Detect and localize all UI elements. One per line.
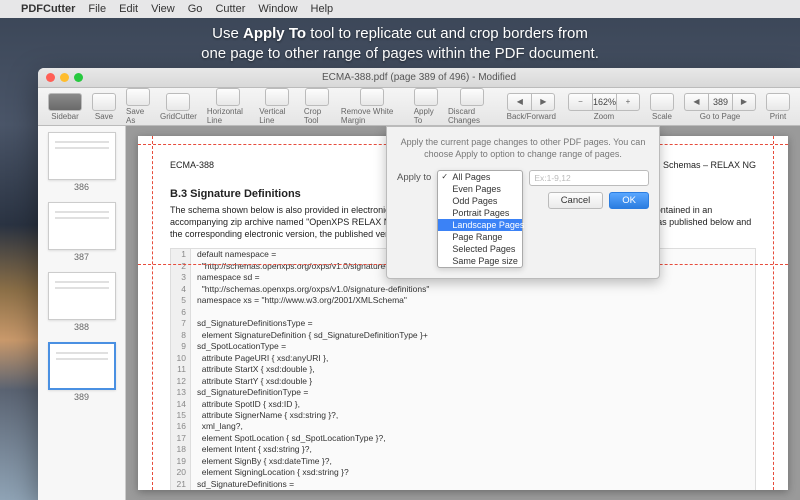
- crop-guide-vertical[interactable]: [773, 136, 774, 490]
- app-window: ECMA-388.pdf (page 389 of 496) - Modifie…: [38, 68, 800, 500]
- promo-caption: Use Apply To tool to replicate cut and c…: [0, 24, 800, 65]
- thumbnail-label: 389: [48, 392, 116, 402]
- save-as-button[interactable]: [126, 88, 150, 106]
- thumbnail-sidebar: 386 387 388 389: [38, 126, 126, 500]
- forward-button[interactable]: ▶: [531, 93, 555, 111]
- cancel-button[interactable]: Cancel: [548, 192, 604, 209]
- ok-button[interactable]: OK: [609, 192, 649, 209]
- menu-app[interactable]: PDFCutter: [21, 3, 75, 15]
- apply-to-dropdown[interactable]: All PagesEven PagesOdd PagesPortrait Pag…: [437, 170, 523, 268]
- page-next-button[interactable]: ▶: [732, 93, 756, 111]
- zoom-in-button[interactable]: +: [616, 93, 640, 111]
- apply-to-button[interactable]: [414, 88, 438, 106]
- dropdown-option[interactable]: Page Range: [438, 231, 522, 243]
- menu-window[interactable]: Window: [258, 3, 297, 15]
- toolbar-label: Print: [770, 112, 786, 121]
- zoom-value-field[interactable]: 162%: [592, 93, 616, 111]
- page-thumbnail[interactable]: 388: [48, 272, 116, 332]
- page-thumbnail[interactable]: 386: [48, 132, 116, 192]
- zoom-out-button[interactable]: −: [568, 93, 592, 111]
- menu-go[interactable]: Go: [188, 3, 203, 15]
- toolbar-label: Zoom: [594, 112, 614, 121]
- page-thumbnail-selected[interactable]: 389: [48, 342, 116, 402]
- grid-cutter-button[interactable]: [166, 93, 190, 111]
- page-thumbnail[interactable]: 387: [48, 202, 116, 262]
- popover-message: Apply the current page changes to other …: [397, 137, 649, 160]
- apply-to-popover: Apply the current page changes to other …: [386, 126, 660, 279]
- toolbar-label: Vertical Line: [259, 107, 294, 125]
- menu-help[interactable]: Help: [311, 3, 334, 15]
- crop-guide-vertical[interactable]: [152, 136, 153, 490]
- window-titlebar: ECMA-388.pdf (page 389 of 496) - Modifie…: [38, 68, 800, 88]
- horizontal-line-button[interactable]: [216, 88, 240, 106]
- thumbnail-label: 388: [48, 322, 116, 332]
- remove-white-margin-button[interactable]: [360, 88, 384, 106]
- discard-changes-button[interactable]: [460, 88, 484, 106]
- crop-tool-button[interactable]: [305, 88, 329, 106]
- dropdown-option[interactable]: Same Page size: [438, 255, 522, 267]
- toolbar-label: Horizontal Line: [207, 107, 249, 125]
- toolbar-label: Scale: [652, 112, 672, 121]
- thumbnail-label: 386: [48, 182, 116, 192]
- close-icon[interactable]: [46, 73, 55, 82]
- code-listing: 1default namespace =2 "http://schemas.op…: [170, 248, 756, 490]
- toolbar-label: Sidebar: [51, 112, 79, 121]
- back-button[interactable]: ◀: [507, 93, 531, 111]
- dropdown-option[interactable]: Selected Pages: [438, 243, 522, 255]
- toolbar-label: Discard Changes: [448, 107, 497, 125]
- menu-edit[interactable]: Edit: [119, 3, 138, 15]
- macos-menubar: PDFCutter File Edit View Go Cutter Windo…: [0, 0, 800, 18]
- page-range-input[interactable]: Ex:1-9,12: [529, 170, 649, 186]
- dropdown-option[interactable]: Portrait Pages: [438, 207, 522, 219]
- dropdown-option[interactable]: Landscape Pages: [438, 219, 522, 231]
- toolbar-label: GridCutter: [160, 112, 197, 121]
- window-controls: [46, 73, 83, 82]
- page-number-field[interactable]: 389: [708, 93, 732, 111]
- menu-view[interactable]: View: [151, 3, 175, 15]
- thumbnail-label: 387: [48, 252, 116, 262]
- page-header-right: B. Schemas – RELAX NG: [652, 160, 756, 170]
- print-button[interactable]: [766, 93, 790, 111]
- toolbar-label: Save As: [126, 107, 150, 125]
- vertical-line-button[interactable]: [265, 88, 289, 106]
- toolbar-label: Back/Forward: [507, 112, 556, 121]
- dropdown-option[interactable]: All Pages: [438, 171, 522, 183]
- scale-button[interactable]: [650, 93, 674, 111]
- dropdown-option[interactable]: Even Pages: [438, 183, 522, 195]
- page-prev-button[interactable]: ◀: [684, 93, 708, 111]
- dropdown-option[interactable]: Odd Pages: [438, 195, 522, 207]
- page-header-left: ECMA-388: [170, 160, 214, 170]
- window-title: ECMA-388.pdf (page 389 of 496) - Modifie…: [322, 72, 516, 83]
- apply-to-label: Apply to: [397, 172, 431, 183]
- menu-file[interactable]: File: [88, 3, 106, 15]
- toolbar: Sidebar Save Save As GridCutter Horizont…: [38, 88, 800, 126]
- toolbar-label: Remove White Margin: [341, 107, 404, 125]
- minimize-icon[interactable]: [60, 73, 69, 82]
- save-button[interactable]: [92, 93, 116, 111]
- document-viewport[interactable]: ECMA-388 B. Schemas – RELAX NG B.3 Signa…: [126, 126, 800, 500]
- toolbar-label: Apply To: [414, 107, 438, 125]
- toolbar-label: Go to Page: [700, 112, 740, 121]
- menu-cutter[interactable]: Cutter: [215, 3, 245, 15]
- sidebar-toggle-button[interactable]: [48, 93, 82, 111]
- zoom-icon[interactable]: [74, 73, 83, 82]
- toolbar-label: Save: [95, 112, 113, 121]
- toolbar-label: Crop Tool: [304, 107, 331, 125]
